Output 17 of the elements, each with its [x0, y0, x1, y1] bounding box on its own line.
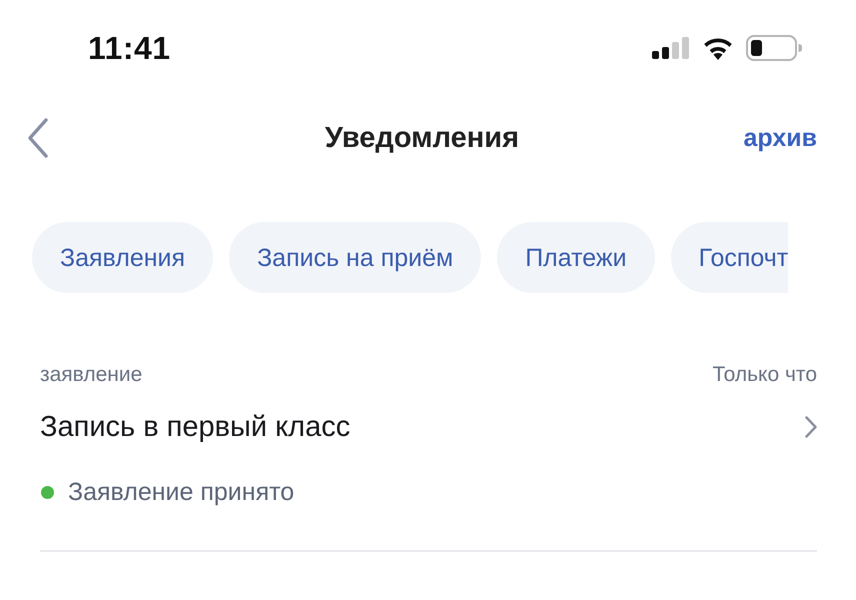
status-time: 11:41	[88, 29, 171, 67]
filter-chip[interactable]: Заявления	[32, 222, 214, 293]
notification-status: Заявление принято	[68, 477, 294, 507]
notification-time: Только что	[712, 363, 817, 387]
filter-chip[interactable]: Госпочт	[670, 222, 788, 293]
back-button[interactable]	[27, 118, 49, 158]
notification-title: Запись в первый класс	[40, 410, 350, 444]
battery-icon	[746, 35, 802, 61]
back-chevron-icon	[27, 118, 49, 158]
filter-chip[interactable]: Платежи	[497, 222, 655, 293]
chevron-right-icon[interactable]	[805, 416, 817, 438]
signal-icon	[652, 37, 690, 59]
wifi-icon	[702, 36, 734, 60]
page-title: Уведомления	[324, 121, 520, 155]
filter-chip[interactable]: Запись на приём	[229, 222, 482, 293]
notification-category: заявление	[40, 363, 142, 387]
archive-link[interactable]: архив	[744, 123, 817, 153]
